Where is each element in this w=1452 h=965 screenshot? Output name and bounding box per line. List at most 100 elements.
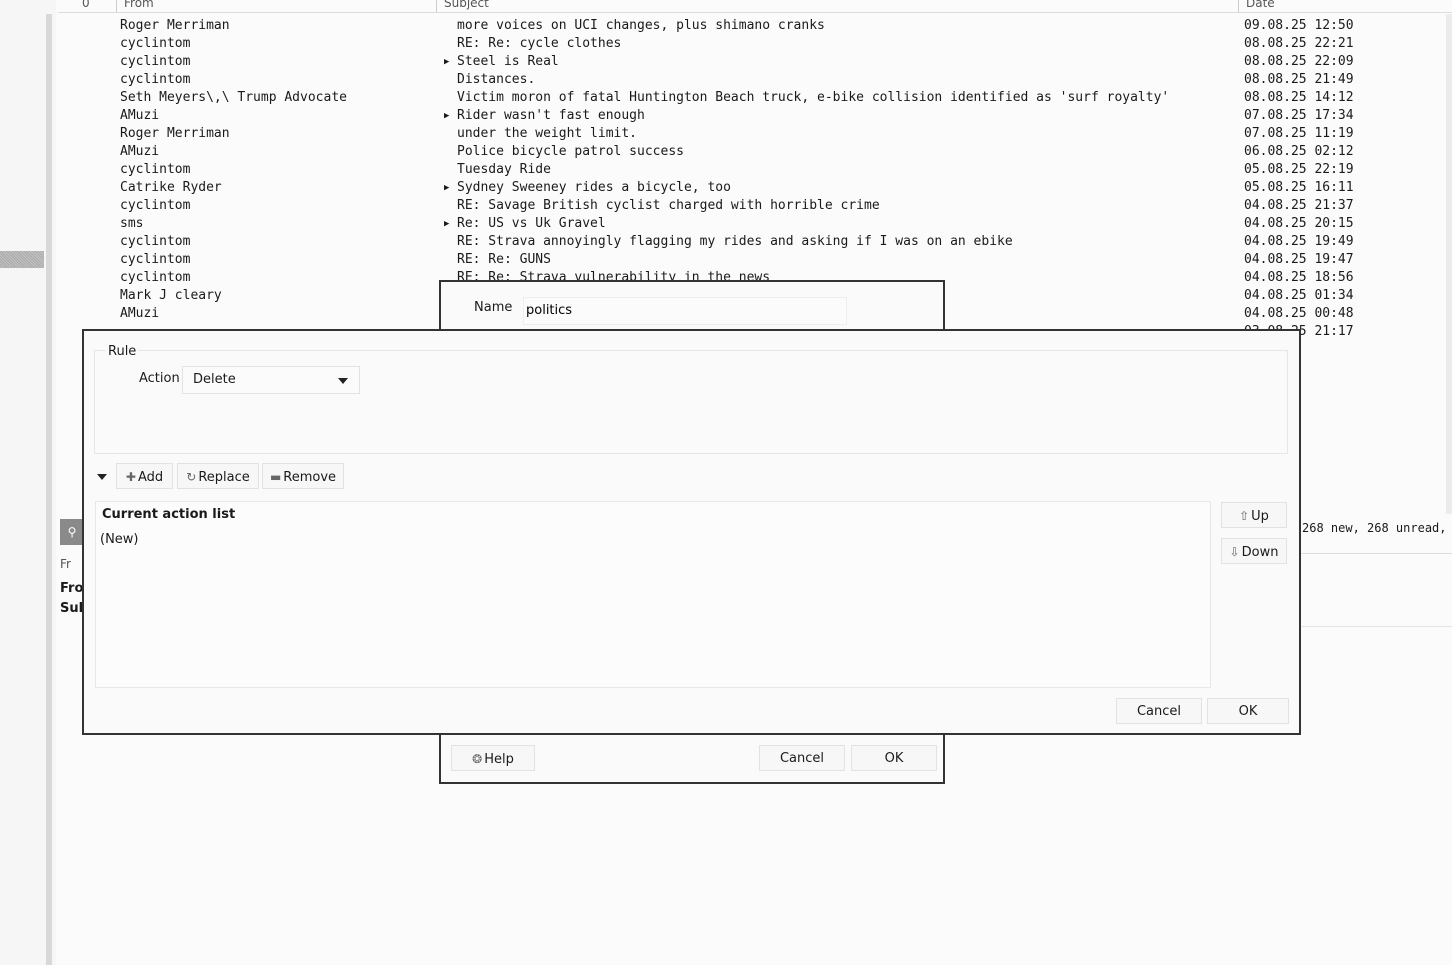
- table-row[interactable]: cyclintom ▶ Steel is Real 08.08.25 22:09: [58, 53, 1448, 71]
- plus-icon: ✚: [125, 470, 136, 484]
- message-date: 05.08.25 16:11: [1244, 180, 1354, 195]
- triangle-right-icon: ▶: [444, 111, 450, 121]
- down-button-label: Down: [1241, 545, 1279, 560]
- message-from: sms: [120, 216, 144, 231]
- message-from: AMuzi: [120, 144, 160, 159]
- folder-scrollbar[interactable]: [46, 14, 52, 965]
- table-row[interactable]: cyclintom RE: Re: GUNS 04.08.25 19:47: [58, 251, 1448, 269]
- action-label: Action: [139, 371, 180, 386]
- message-from: AMuzi: [120, 108, 160, 123]
- replace-button-label: Replace: [198, 470, 250, 485]
- message-date: 04.08.25 19:49: [1244, 234, 1354, 249]
- message-subject: Steel is Real: [457, 54, 559, 69]
- message-from: cyclintom: [120, 270, 191, 285]
- message-subject: RE: Savage British cyclist charged with …: [457, 198, 880, 213]
- message-date: 08.08.25 22:21: [1244, 36, 1354, 51]
- table-row[interactable]: cyclintom RE: Re: cycle clothes 08.08.25 2…: [58, 35, 1448, 53]
- message-date: 04.08.25 20:15: [1244, 216, 1354, 231]
- message-date: 08.08.25 21:49: [1244, 72, 1354, 87]
- folder-selected-item[interactable]: [0, 251, 44, 268]
- search-icon: ⚲: [67, 525, 77, 539]
- triangle-down-icon[interactable]: [97, 474, 107, 480]
- remove-button-label: Remove: [283, 470, 337, 485]
- table-row[interactable]: Roger Merriman under the weight limit. 07.…: [58, 125, 1448, 143]
- message-from: cyclintom: [120, 162, 191, 177]
- message-date: 08.08.25 14:12: [1244, 90, 1354, 105]
- message-date: 08.08.25 22:09: [1244, 54, 1354, 69]
- table-row[interactable]: cyclintom RE: Strava annoyingly flagging …: [58, 233, 1448, 251]
- action-select[interactable]: Delete: [182, 366, 360, 394]
- message-date: 04.08.25 01:34: [1244, 288, 1354, 303]
- filter-cancel-button[interactable]: Cancel: [759, 745, 845, 771]
- table-row[interactable]: sms ▶ Re: US vs Uk Gravel 04.08.25 20:15: [58, 215, 1448, 233]
- message-date: 04.08.25 21:37: [1244, 198, 1354, 213]
- rule-label: Rule: [106, 344, 139, 359]
- table-row[interactable]: cyclintom RE: Savage British cyclist char…: [58, 197, 1448, 215]
- action-ok-button[interactable]: OK: [1207, 698, 1289, 724]
- message-date: 09.08.25 12:50: [1244, 18, 1354, 33]
- column-separator: [436, 0, 437, 12]
- filter-ok-button[interactable]: OK: [851, 745, 937, 771]
- action-edit-dialog: Rule Action Delete ✚ Add ↻ Replace ▬ Remove…: [82, 329, 1301, 735]
- status-text: 268 new, 268 unread,: [1302, 521, 1447, 535]
- table-row[interactable]: AMuzi Police bicycle patrol success 06.08.…: [58, 143, 1448, 161]
- message-date: 04.08.25 18:56: [1244, 270, 1354, 285]
- action-cancel-button[interactable]: Cancel: [1116, 698, 1202, 724]
- message-date: 05.08.25 22:19: [1244, 162, 1354, 177]
- add-button[interactable]: ✚ Add: [116, 463, 173, 489]
- message-date: 07.08.25 11:19: [1244, 126, 1354, 141]
- triangle-right-icon: ▶: [444, 183, 450, 193]
- message-subject: RE: Re: GUNS: [457, 252, 551, 267]
- action-select-value: Delete: [193, 372, 236, 387]
- arrow-down-icon: ⇩: [1229, 545, 1240, 559]
- attachment-column-header[interactable]: 0: [82, 0, 90, 10]
- remove-button[interactable]: ▬ Remove: [262, 463, 344, 489]
- message-from: Roger Merriman: [120, 126, 230, 141]
- minus-icon: ▬: [269, 470, 282, 484]
- column-separator: [116, 0, 117, 12]
- from-column-header[interactable]: From: [124, 0, 154, 10]
- up-button[interactable]: ⇧ Up: [1221, 502, 1287, 528]
- table-row[interactable]: AMuzi ▶ Rider wasn't fast enough 07.08.25 1…: [58, 107, 1448, 125]
- message-date: 04.08.25 00:48: [1244, 306, 1354, 321]
- message-subject: Distances.: [457, 72, 536, 87]
- message-subject: more voices on UCI changes, plus shimano…: [457, 18, 825, 33]
- replace-button[interactable]: ↻ Replace: [177, 463, 259, 489]
- message-subject: RE: Strava annoyingly flagging my rides …: [457, 234, 1013, 249]
- message-from: cyclintom: [120, 252, 191, 267]
- action-list-item[interactable]: (New): [100, 532, 139, 547]
- date-column-header[interactable]: Date: [1246, 0, 1275, 10]
- message-subject: Sydney Sweeney rides a bicycle, too: [457, 180, 731, 195]
- message-subject: Rider wasn't fast enough: [457, 108, 645, 123]
- add-button-label: Add: [137, 470, 164, 485]
- message-subject: RE: Re: cycle clothes: [457, 36, 622, 51]
- preview-header-area: [1300, 553, 1452, 627]
- preview-tab[interactable]: Fr: [60, 557, 71, 571]
- help-button-label: Help: [484, 752, 514, 767]
- message-from: cyclintom: [120, 36, 191, 51]
- action-list-title: Current action list: [102, 507, 236, 522]
- table-row[interactable]: cyclintom Tuesday Ride 05.08.25 22:19: [58, 161, 1448, 179]
- triangle-right-icon: ▶: [444, 219, 450, 229]
- message-list-header: 0 From Subject Date: [58, 0, 1452, 13]
- message-from: cyclintom: [120, 234, 191, 249]
- current-action-list[interactable]: Current action list (New): [95, 501, 1211, 688]
- subject-column-header[interactable]: Subject: [444, 0, 489, 10]
- message-from: Roger Merriman: [120, 18, 230, 33]
- message-from: cyclintom: [120, 54, 191, 69]
- message-subject: Police bicycle patrol success: [457, 144, 684, 159]
- message-date: 04.08.25 19:47: [1244, 252, 1354, 267]
- table-row[interactable]: cyclintom Distances. 08.08.25 21:49: [58, 71, 1448, 89]
- filter-name-input[interactable]: [523, 297, 847, 325]
- message-from: Catrike Ryder: [120, 180, 222, 195]
- table-row[interactable]: Roger Merriman more voices on UCI changes…: [58, 17, 1448, 35]
- help-button[interactable]: ❂ Help: [451, 745, 535, 771]
- message-subject: Tuesday Ride: [457, 162, 551, 177]
- search-button[interactable]: ⚲: [60, 519, 84, 545]
- message-from: cyclintom: [120, 72, 191, 87]
- message-date: 06.08.25 02:12: [1244, 144, 1354, 159]
- column-separator: [1238, 0, 1239, 12]
- down-button[interactable]: ⇩ Down: [1221, 538, 1287, 564]
- table-row[interactable]: Seth Meyers\,\ Trump Advocate Victim moro…: [58, 89, 1448, 107]
- table-row[interactable]: Catrike Ryder ▶ Sydney Sweeney rides a bic…: [58, 179, 1448, 197]
